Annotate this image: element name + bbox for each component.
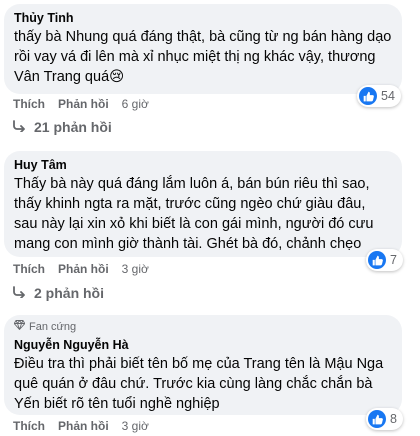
like-button[interactable]: Thích — [13, 419, 45, 433]
comment-actions: Thích Phản hồi 6 giờ — [13, 97, 149, 111]
comment-text: Thấy bà này quá đáng lắm luôn á, bán bún… — [14, 176, 374, 252]
reaction-count[interactable]: 7 — [366, 249, 403, 271]
reply-arrow-icon — [12, 285, 26, 301]
comment-author[interactable]: Nguyễn Nguyễn Hà — [14, 337, 392, 353]
comment-actions: Thích Phản hồi 3 giờ — [13, 262, 149, 276]
thumbs-up-icon — [359, 87, 377, 105]
like-button[interactable]: Thích — [13, 97, 45, 111]
reply-button[interactable]: Phản hồi — [58, 97, 109, 111]
comment-timestamp[interactable]: 3 giờ — [122, 419, 149, 433]
comment-timestamp[interactable]: 6 giờ — [122, 97, 149, 111]
comment-text: Điều tra thì phải biết tên bố mẹ của Tra… — [14, 356, 384, 412]
replies-count-label: 2 phản hồi — [34, 285, 104, 301]
like-button[interactable]: Thích — [13, 262, 45, 276]
comment-text: thấy bà Nhung quá đáng thật, bà cũng từ … — [14, 29, 392, 85]
reply-button[interactable]: Phản hồi — [58, 262, 109, 276]
replies-count-label: 21 phản hồi — [34, 119, 112, 135]
diamond-badge-icon — [13, 320, 26, 334]
fan-badge: Fan cứng — [13, 320, 392, 334]
fan-badge-label: Fan cứng — [29, 321, 77, 333]
reaction-count[interactable]: 8 — [366, 408, 403, 430]
thumbs-up-icon — [368, 251, 386, 269]
reaction-count-value: 54 — [381, 89, 395, 103]
reaction-count-value: 8 — [390, 412, 397, 426]
comment-actions: Thích Phản hồi 3 giờ — [13, 419, 149, 433]
comment-author[interactable]: Thủy Tinh — [14, 10, 392, 26]
comment-author[interactable]: Huy Tâm — [14, 157, 392, 173]
comment-timestamp[interactable]: 3 giờ — [122, 262, 149, 276]
comment-bubble: Thủy Tinh thấy bà Nhung quá đáng thật, b… — [4, 4, 402, 94]
thumbs-up-icon — [368, 410, 386, 428]
view-replies-link[interactable]: 21 phản hồi — [12, 119, 112, 135]
reply-arrow-icon — [12, 119, 26, 135]
reaction-count[interactable]: 54 — [357, 85, 401, 107]
view-replies-link[interactable]: 2 phản hồi — [12, 285, 104, 301]
comment-bubble: Huy Tâm Thấy bà này quá đáng lắm luôn á,… — [4, 151, 402, 257]
reaction-count-value: 7 — [390, 253, 397, 267]
comment-bubble: Fan cứng Nguyễn Nguyễn Hà Điều tra thì p… — [4, 315, 402, 415]
reply-button[interactable]: Phản hồi — [58, 419, 109, 433]
